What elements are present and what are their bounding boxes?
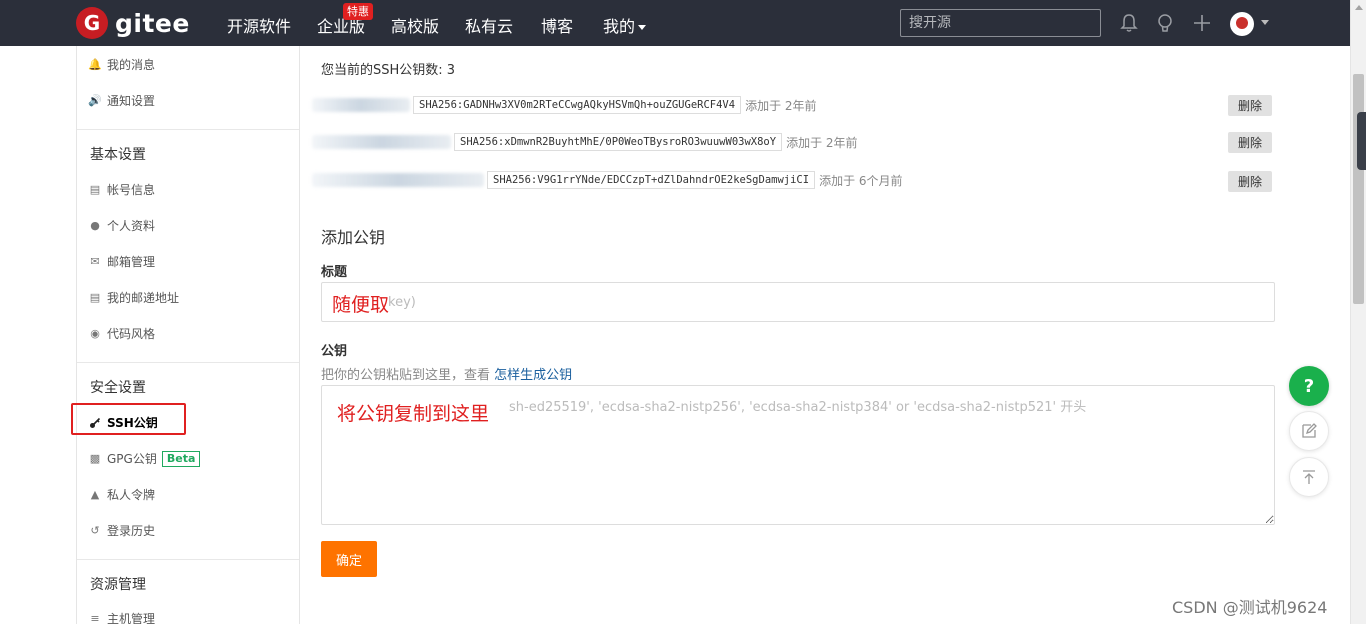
sidebar-item-notification-settings[interactable]: 🔊 通知设置: [88, 92, 156, 109]
blurred-key-title: [312, 173, 484, 187]
key-fingerprint: SHA256:xDmwnR2BuyhtMhE/0P0WeoTBysroRO3wu…: [454, 133, 783, 151]
gitee-logo-icon: G: [76, 7, 108, 39]
nav-education[interactable]: 高校版: [391, 13, 439, 37]
key-title-input[interactable]: [321, 282, 1275, 322]
ssh-key-row: SHA256:GADNHw3XV0m2RTeCCwgAQkyHSVmQh+ouZ…: [312, 94, 817, 116]
speaker-icon: 🔊: [88, 94, 102, 107]
sidebar-divider: [77, 362, 299, 363]
nav-mine[interactable]: 我的: [603, 13, 647, 37]
sidebar-item-profile[interactable]: ● 个人资料: [89, 217, 155, 234]
chevron-down-icon: [638, 25, 647, 30]
sidebar-item-label: 登录历史: [107, 524, 156, 538]
gitee-logo-text: gitee: [115, 8, 190, 38]
bell-icon[interactable]: [1118, 12, 1140, 34]
sidebar-divider: [77, 129, 299, 130]
submit-button[interactable]: 确定: [321, 541, 377, 577]
arrow-up-icon: [1303, 470, 1315, 484]
how-to-generate-key-link[interactable]: 怎样生成公钥: [494, 368, 572, 383]
ssh-key-row: SHA256:xDmwnR2BuyhtMhE/0P0WeoTBysroRO3wu…: [312, 131, 858, 153]
sidebar-item-label: 私人令牌: [107, 488, 156, 502]
feedback-button[interactable]: [1289, 411, 1329, 451]
search-input[interactable]: [900, 9, 1101, 37]
sidebar-item-label: 我的消息: [107, 58, 156, 72]
key-added-time: 添加于 2年前: [745, 98, 817, 113]
sidebar-item-label: 邮箱管理: [107, 255, 156, 269]
sidebar-item-messages[interactable]: 🔔 我的消息: [88, 56, 156, 73]
server-icon: ≡: [90, 612, 100, 624]
hot-badge: 特惠: [343, 3, 373, 20]
sidebar-item-label: GPG公钥: [107, 452, 157, 466]
blurred-key-title: [312, 135, 451, 149]
nav-open-source[interactable]: 开源软件: [227, 13, 291, 37]
sidebar-item-login-history[interactable]: ↺ 登录历史: [89, 522, 155, 539]
address-card-icon: ▤: [89, 291, 101, 304]
palette-icon: ◉: [90, 327, 100, 340]
pubkey-hint-text: 把你的公钥粘贴到这里，查看: [321, 368, 495, 383]
sidebar-item-code-style[interactable]: ◉ 代码风格: [89, 325, 155, 342]
sidebar-item-label: 主机管理: [107, 612, 156, 624]
add-key-heading: 添加公钥: [321, 228, 386, 247]
pubkey-hint: 把你的公钥粘贴到这里，查看 怎样生成公钥: [321, 364, 572, 383]
settings-sidebar: 🔔 我的消息 🔊 通知设置 基本设置 ▤ 帐号信息 ● 个人资料 ✉ 邮箱管理 …: [76, 46, 300, 624]
sidebar-section-resource: 资源管理: [90, 577, 146, 593]
back-to-top-button[interactable]: [1289, 457, 1329, 497]
sidebar-item-label: 代码风格: [107, 327, 156, 341]
sidebar-item-gpg-keys[interactable]: ▩ GPG公钥 Beta: [89, 450, 201, 467]
token-icon: ▲: [90, 488, 100, 501]
beta-badge: Beta: [161, 450, 201, 467]
bell-icon: 🔔: [88, 58, 102, 71]
sidebar-section-security: 安全设置: [90, 380, 146, 396]
top-navbar: G gitee 开源软件 企业版 特惠 高校版 私有云 博客 我的: [0, 0, 1350, 46]
sidebar-section-basic: 基本设置: [90, 147, 146, 163]
csdn-watermark: CSDN @测试机9624: [1172, 598, 1328, 617]
title-label: 标题: [321, 265, 348, 280]
blurred-key-title: [312, 98, 410, 112]
key-fingerprint: SHA256:V9G1rrYNde/EDCCzpT+dZlDahndrOE2ke…: [487, 171, 816, 189]
history-icon: ↺: [90, 524, 100, 537]
ssh-key-count: 您当前的SSH公钥数: 3: [321, 63, 456, 78]
pubkey-label: 公钥: [321, 344, 348, 359]
mail-icon: ✉: [90, 255, 100, 268]
delete-key-button[interactable]: 删除: [1228, 132, 1272, 153]
scroll-thumb[interactable]: [1353, 74, 1364, 304]
pubkey-textarea[interactable]: [321, 385, 1275, 525]
sidebar-divider: [77, 559, 299, 560]
key-added-time: 添加于 6个月前: [819, 173, 903, 188]
sidebar-item-host-management[interactable]: ≡ 主机管理: [89, 610, 155, 624]
avatar-chevron-down-icon[interactable]: [1261, 20, 1269, 25]
sidebar-item-address[interactable]: ▤ 我的邮递地址: [89, 289, 179, 306]
edit-icon: [1302, 423, 1317, 438]
key-added-time: 添加于 2年前: [786, 135, 858, 150]
sidebar-item-account[interactable]: ▤ 帐号信息: [89, 181, 155, 198]
help-button[interactable]: ?: [1289, 366, 1329, 406]
side-widget-tab[interactable]: [1357, 112, 1366, 170]
delete-key-button[interactable]: 删除: [1228, 95, 1272, 116]
lightbulb-icon[interactable]: [1154, 12, 1176, 34]
nav-mine-label: 我的: [603, 17, 636, 36]
gitee-logo[interactable]: G gitee: [76, 7, 190, 39]
sidebar-item-private-tokens[interactable]: ▲ 私人令牌: [89, 486, 155, 503]
sidebar-item-label: 我的邮递地址: [107, 291, 180, 305]
ssh-key-row: SHA256:V9G1rrYNde/EDCCzpT+dZlDahndrOE2ke…: [312, 169, 903, 191]
user-icon: ●: [90, 219, 100, 232]
nav-blog[interactable]: 博客: [541, 13, 573, 37]
id-card-icon: ▤: [89, 183, 101, 196]
key-fingerprint: SHA256:GADNHw3XV0m2RTeCCwgAQkyHSVmQh+ouZ…: [413, 96, 742, 114]
delete-key-button[interactable]: 删除: [1228, 171, 1272, 192]
plus-icon[interactable]: [1191, 12, 1213, 34]
sidebar-item-label: 帐号信息: [107, 183, 156, 197]
sidebar-item-email[interactable]: ✉ 邮箱管理: [89, 253, 155, 270]
annotation-highlight-box: [71, 403, 186, 435]
page-scrollbar[interactable]: [1350, 0, 1366, 624]
scroll-up-arrow-icon[interactable]: [1355, 5, 1363, 10]
lock-icon: ▩: [89, 452, 101, 465]
avatar[interactable]: [1230, 12, 1254, 36]
sidebar-item-label: 通知设置: [107, 94, 156, 108]
sidebar-item-label: 个人资料: [107, 219, 156, 233]
nav-private-cloud[interactable]: 私有云: [465, 13, 513, 37]
